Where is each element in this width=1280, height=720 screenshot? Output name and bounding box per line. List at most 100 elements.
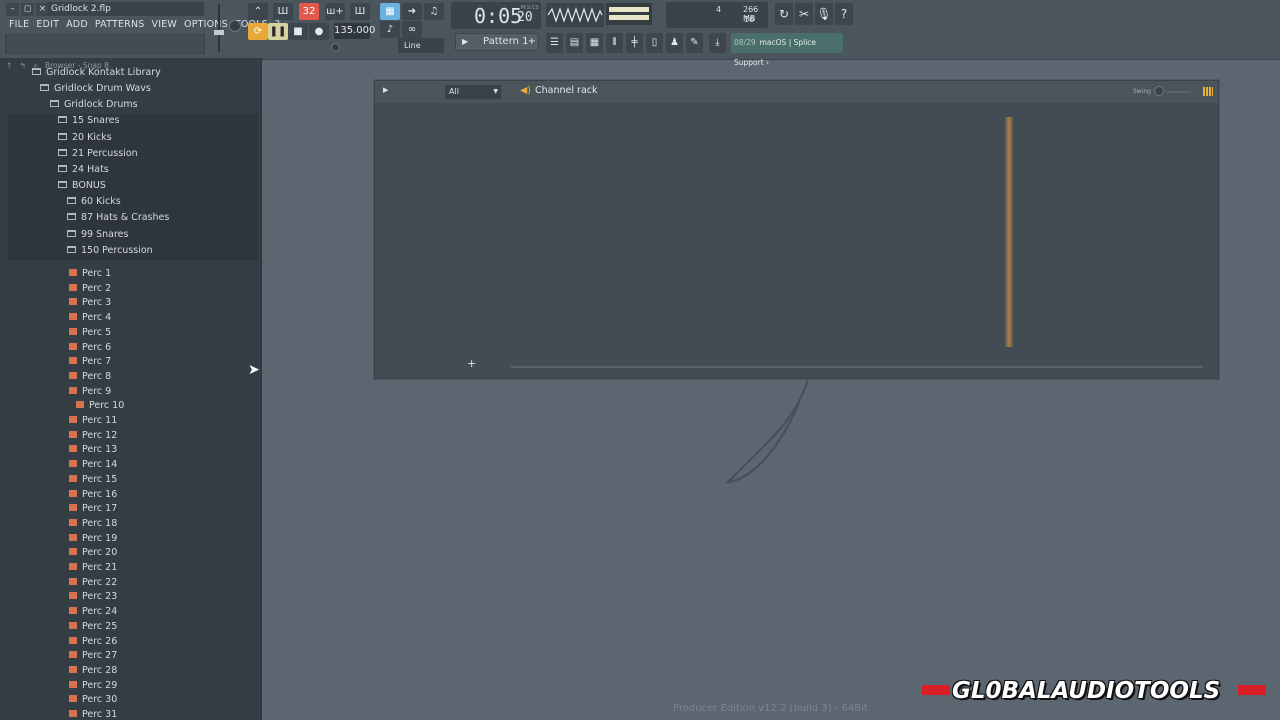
- browser-folder-item[interactable]: 99 Snares: [67, 227, 128, 243]
- browser-file-item[interactable]: Perc 10: [76, 398, 124, 414]
- add-pattern-icon[interactable]: +: [528, 34, 536, 50]
- browser-file-item[interactable]: Perc 25: [69, 619, 117, 635]
- browser-file-item[interactable]: Perc 3: [69, 295, 111, 311]
- browser-file-item[interactable]: Perc 4: [69, 310, 111, 326]
- swing-slider[interactable]: [1167, 91, 1191, 93]
- browser-folder-item[interactable]: Gridlock Kontakt Library: [32, 65, 161, 81]
- browser-file-item[interactable]: Perc 19: [69, 531, 117, 547]
- song-mode-icon[interactable]: 32: [299, 3, 319, 20]
- master-volume-slider[interactable]: [214, 4, 224, 52]
- browser-folder-item[interactable]: 21 Percussion: [58, 146, 138, 162]
- browser-folder-item[interactable]: Gridlock Drum Wavs: [40, 81, 151, 97]
- channel-filter-select[interactable]: All ▼: [445, 85, 501, 99]
- browser-folder-item[interactable]: 15 Snares: [58, 113, 119, 129]
- microphone-icon[interactable]: 🎙: [815, 3, 833, 25]
- minimize-icon[interactable]: –: [6, 3, 19, 16]
- restore-icon[interactable]: ◻: [21, 3, 34, 16]
- playlist-icon[interactable]: ☰: [546, 33, 563, 53]
- channel-rack-icon[interactable]: ▦: [586, 33, 603, 53]
- browser-folder-item[interactable]: 150 Percussion: [67, 243, 153, 259]
- browser-file-item[interactable]: Perc 16: [69, 487, 117, 503]
- browser-item-label: Gridlock Drums: [64, 99, 138, 111]
- blend-notes-icon[interactable]: ♫: [424, 3, 444, 20]
- browser-file-item[interactable]: Perc 14: [69, 457, 117, 473]
- loop-record-icon[interactable]: Ш: [350, 3, 370, 20]
- link-icon[interactable]: ∞: [402, 21, 422, 38]
- browser-folder-item[interactable]: 87 Hats & Crashes: [67, 210, 169, 226]
- pattern-arrow-icon[interactable]: ▶: [462, 34, 468, 50]
- metronome-icon[interactable]: ш+: [325, 3, 345, 20]
- browser-file-item[interactable]: Perc 30: [69, 692, 117, 708]
- browser-file-item[interactable]: Perc 8: [69, 369, 111, 385]
- back-icon[interactable]: ↑: [6, 61, 12, 70]
- rack-menu-arrow-icon[interactable]: ▶: [383, 86, 388, 94]
- menu-edit[interactable]: EDIT: [36, 19, 59, 30]
- browser-file-item[interactable]: Perc 28: [69, 663, 117, 679]
- browser-file-item[interactable]: Perc 20: [69, 545, 117, 561]
- cut-icon[interactable]: ✂: [795, 3, 813, 25]
- multilink-icon[interactable]: ♪: [380, 21, 400, 38]
- channel-rack-titlebar[interactable]: ▶ All ▼ ◀) Channel rack Swing: [375, 81, 1218, 103]
- tempo-tapper-icon[interactable]: ✎: [686, 33, 703, 53]
- precount-knob[interactable]: [331, 43, 340, 52]
- browser-folder-item[interactable]: 20 Kicks: [58, 130, 112, 146]
- stop-button[interactable]: ■: [288, 23, 308, 40]
- browser-file-item[interactable]: Perc 18: [69, 516, 117, 532]
- browser-folder-item[interactable]: 24 Hats: [58, 162, 109, 178]
- pattern-song-icon[interactable]: Ш: [273, 3, 293, 20]
- add-channel-button[interactable]: +: [467, 357, 476, 370]
- swing-knob[interactable]: [1154, 86, 1164, 96]
- browser-item-label: 87 Hats & Crashes: [81, 212, 170, 224]
- menu-add[interactable]: ADD: [66, 19, 88, 30]
- browser-folder-item[interactable]: 60 Kicks: [67, 194, 121, 210]
- browser-file-item[interactable]: Perc 31: [69, 707, 117, 720]
- browser-file-item[interactable]: Perc 12: [69, 428, 117, 444]
- snap-select[interactable]: Line: [398, 38, 444, 53]
- browser-file-item[interactable]: Perc 11: [69, 413, 117, 429]
- browser-file-item[interactable]: Perc 26: [69, 634, 117, 650]
- piano-roll-icon[interactable]: ▤: [566, 33, 583, 53]
- collapse-icon[interactable]: ↰: [20, 61, 26, 70]
- download-icon[interactable]: ⤓: [709, 33, 726, 53]
- menu-view[interactable]: VIEW: [152, 19, 178, 30]
- browser-file-item[interactable]: Perc 7: [69, 354, 111, 370]
- help-icon[interactable]: ?: [835, 3, 853, 25]
- browser-file-item[interactable]: Perc 1: [69, 266, 111, 282]
- mixer-faders-icon[interactable]: ╪: [626, 33, 643, 53]
- cpu-panel: 4 266 MB 16: [666, 2, 768, 28]
- snap-icon[interactable]: ⌃: [248, 3, 268, 20]
- browser-file-item[interactable]: Perc 6: [69, 340, 111, 356]
- menu-file[interactable]: FILE: [9, 19, 29, 30]
- tempo-display[interactable]: 135.000: [334, 23, 375, 39]
- pause-button[interactable]: ❚❚: [268, 23, 288, 40]
- browser-file-item[interactable]: Perc 13: [69, 442, 117, 458]
- browser-file-item[interactable]: Perc 22: [69, 575, 117, 591]
- browser-folder-item[interactable]: Gridlock Drums: [50, 97, 138, 113]
- browser-icon[interactable]: ▯: [646, 33, 663, 53]
- news-panel[interactable]: 08/29 macOS | Splice Support ›: [731, 33, 843, 67]
- pat-song-toggle[interactable]: ⟳: [248, 23, 268, 40]
- browser-file-item[interactable]: Perc 9: [69, 384, 111, 400]
- browser-folder-item[interactable]: BONUS: [58, 178, 106, 194]
- pattern-selector[interactable]: ▶ Pattern 1 +: [455, 33, 539, 51]
- typing-keyboard-icon[interactable]: ▦: [380, 3, 400, 20]
- browser-file-item[interactable]: Perc 17: [69, 501, 117, 517]
- horizontal-scrollbar[interactable]: [511, 366, 1203, 368]
- browser-item-label: Perc 22: [82, 576, 118, 588]
- step-grid-icon[interactable]: [1203, 87, 1213, 96]
- master-pitch-knob[interactable]: [229, 20, 241, 32]
- browser-file-item[interactable]: Perc 2: [69, 281, 111, 297]
- step-edit-icon[interactable]: ➜: [402, 3, 422, 20]
- browser-file-item[interactable]: Perc 27: [69, 648, 117, 664]
- plugin-picker-icon[interactable]: ♟: [666, 33, 683, 53]
- mixer-icon[interactable]: ⫴: [606, 33, 623, 53]
- menu-patterns[interactable]: PATTERNS: [95, 19, 145, 30]
- browser-file-item[interactable]: Perc 24: [69, 604, 117, 620]
- browser-file-item[interactable]: Perc 21: [69, 560, 117, 576]
- browser-file-item[interactable]: Perc 5: [69, 325, 111, 341]
- browser-file-item[interactable]: Perc 15: [69, 472, 117, 488]
- browser-file-item[interactable]: Perc 23: [69, 589, 117, 605]
- undo-history-icon[interactable]: ↻: [775, 3, 793, 25]
- browser-file-item[interactable]: Perc 29: [69, 678, 117, 694]
- record-button[interactable]: ●: [309, 23, 329, 40]
